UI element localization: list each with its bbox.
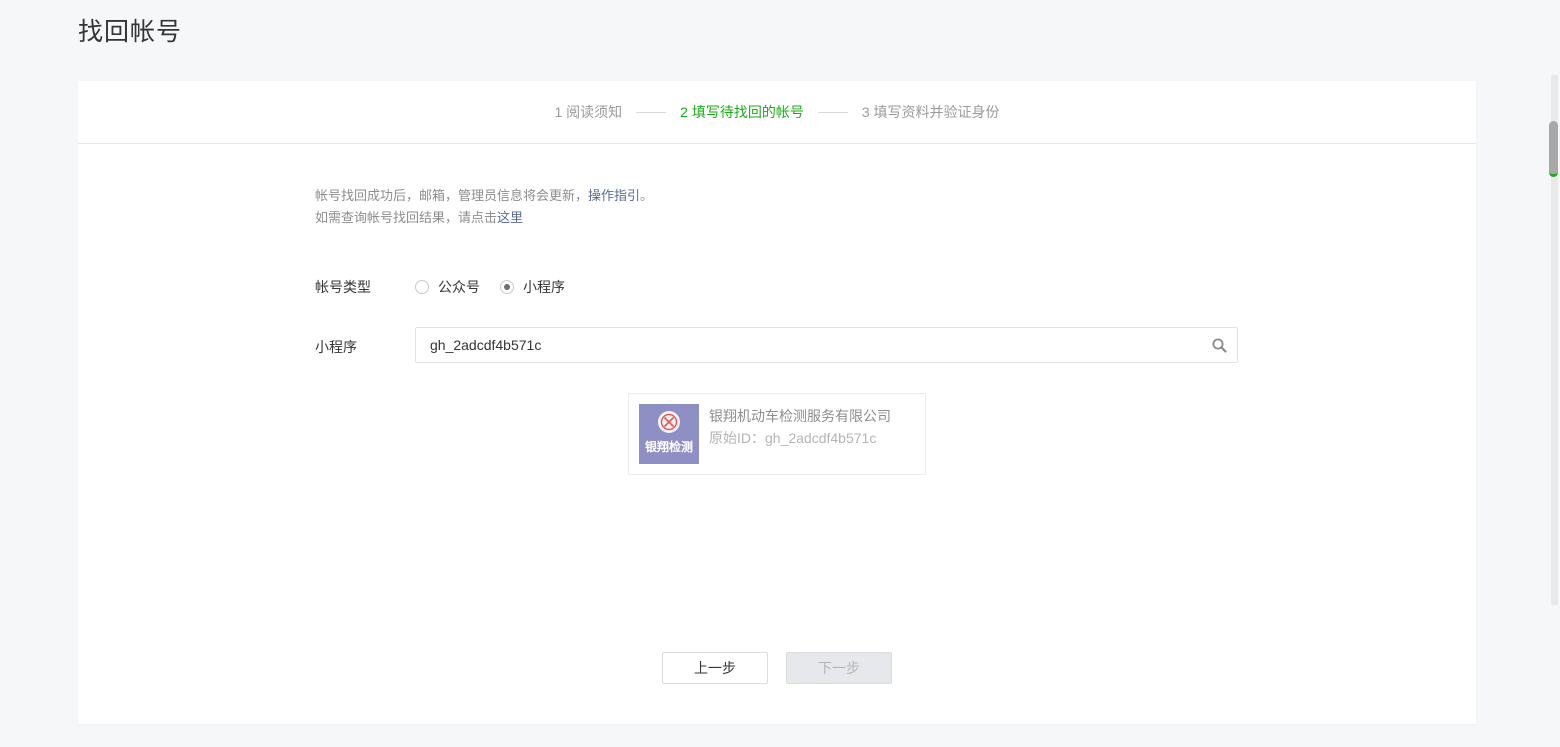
notice-line-2: 如需查询帐号找回结果，请点击这里: [315, 207, 653, 229]
step-3: 3 填写资料并验证身份: [861, 104, 1000, 120]
radio-miniprogram[interactable]: 小程序: [500, 277, 565, 297]
account-type-radio-group: 公众号 小程序: [415, 277, 585, 297]
notice-line-1-suffix: 。: [640, 188, 654, 203]
notice-line-1-text: 帐号找回成功后，邮箱，管理员信息将会更新，: [315, 188, 589, 203]
step-indicator: 1 阅读须知 2 填写待找回的帐号 3 填写资料并验证身份: [78, 81, 1476, 144]
step-2: 2 填写待找回的帐号: [680, 104, 804, 120]
account-type-label: 帐号类型: [315, 279, 371, 295]
guide-link[interactable]: 操作指引: [588, 188, 640, 203]
step-divider: [636, 111, 667, 113]
step-1: 1 阅读须知: [554, 104, 623, 120]
search-icon[interactable]: [1201, 328, 1237, 362]
scrollbar-thumb[interactable]: [1549, 121, 1558, 177]
prev-step-button[interactable]: 上一步: [662, 652, 768, 684]
radio-circle[interactable]: [415, 280, 429, 294]
miniprogram-search-input[interactable]: [416, 328, 1201, 362]
step-divider: [817, 111, 848, 113]
radio-circle-checked[interactable]: [500, 280, 514, 294]
svg-text:银翔检测: 银翔检测: [645, 439, 693, 454]
query-result-link[interactable]: 这里: [497, 210, 523, 225]
result-original-id: 原始ID：gh_2adcdf4b571c: [709, 430, 877, 446]
miniprogram-label: 小程序: [315, 339, 357, 355]
search-result-card[interactable]: 银翔检测 银翔机动车检测服务有限公司 原始ID：gh_2adcdf4b571c: [628, 393, 926, 475]
page-title: 找回帐号: [78, 18, 183, 46]
avatar: 银翔检测: [639, 404, 699, 464]
result-name: 银翔机动车检测服务有限公司: [709, 408, 891, 424]
radio-official-account[interactable]: 公众号: [415, 277, 480, 297]
logo-icon: [658, 411, 680, 433]
recovery-card: 1 阅读须知 2 填写待找回的帐号 3 填写资料并验证身份 帐号找回成功后，邮箱…: [78, 81, 1476, 724]
notice-line-2-text: 如需查询帐号找回结果，请点击: [315, 210, 498, 225]
notice-line-1: 帐号找回成功后，邮箱，管理员信息将会更新，操作指引。: [315, 185, 653, 207]
next-step-button[interactable]: 下一步: [786, 652, 892, 684]
notice-text: 帐号找回成功后，邮箱，管理员信息将会更新，操作指引。 如需查询帐号找回结果，请点…: [315, 185, 653, 229]
miniprogram-search-box: [415, 327, 1238, 363]
radio-official-account-label: 公众号: [438, 279, 480, 295]
avatar-logo-text: 银翔检测: [645, 439, 693, 454]
result-info: 银翔机动车检测服务有限公司 原始ID：gh_2adcdf4b571c: [709, 404, 891, 449]
radio-miniprogram-label: 小程序: [523, 279, 565, 295]
